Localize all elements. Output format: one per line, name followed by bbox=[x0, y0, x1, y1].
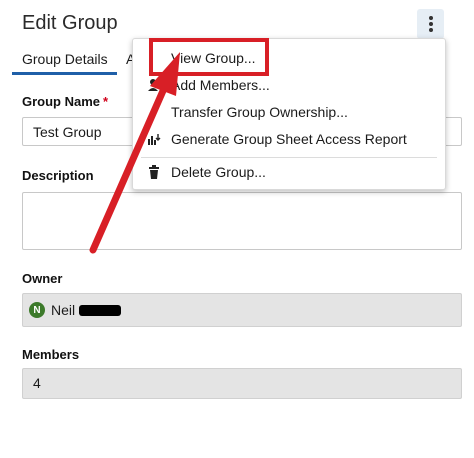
annotation-highlight-box bbox=[149, 38, 269, 76]
owner-field: N Neil bbox=[22, 293, 462, 327]
tab-group-details[interactable]: Group Details bbox=[22, 51, 108, 67]
vertical-ellipsis-icon bbox=[428, 16, 433, 32]
menu-divider bbox=[141, 157, 437, 158]
menu-item-transfer-ownership[interactable]: Transfer Group Ownership... bbox=[133, 99, 445, 125]
menu-item-delete-group[interactable]: Delete Group... bbox=[133, 159, 445, 185]
group-name-value: Test Group bbox=[33, 124, 102, 140]
required-marker: * bbox=[103, 94, 109, 109]
redacted-surname bbox=[79, 304, 122, 316]
members-value: 4 bbox=[33, 375, 41, 391]
menu-item-label: Add Members... bbox=[171, 77, 270, 93]
active-tab-indicator bbox=[12, 72, 117, 75]
owner-name: Neil bbox=[51, 302, 76, 318]
owner-label: Owner bbox=[22, 271, 63, 286]
trash-icon bbox=[149, 165, 159, 179]
report-download-icon bbox=[148, 134, 161, 145]
more-options-button[interactable] bbox=[417, 9, 444, 39]
avatar: N bbox=[29, 302, 45, 318]
description-label: Description bbox=[22, 168, 94, 183]
members-label: Members bbox=[22, 347, 80, 362]
menu-item-label: Transfer Group Ownership... bbox=[171, 104, 348, 120]
menu-item-label: Generate Group Sheet Access Report bbox=[171, 131, 407, 147]
menu-item-generate-report[interactable]: Generate Group Sheet Access Report bbox=[133, 126, 445, 152]
add-user-icon bbox=[148, 79, 158, 91]
group-name-label: Group Name * bbox=[22, 94, 108, 109]
members-field: 4 bbox=[22, 368, 462, 399]
menu-item-label: Delete Group... bbox=[171, 164, 266, 180]
description-textarea[interactable] bbox=[22, 192, 462, 250]
group-name-label-text: Group Name bbox=[22, 94, 101, 109]
page-title: Edit Group bbox=[22, 12, 118, 34]
